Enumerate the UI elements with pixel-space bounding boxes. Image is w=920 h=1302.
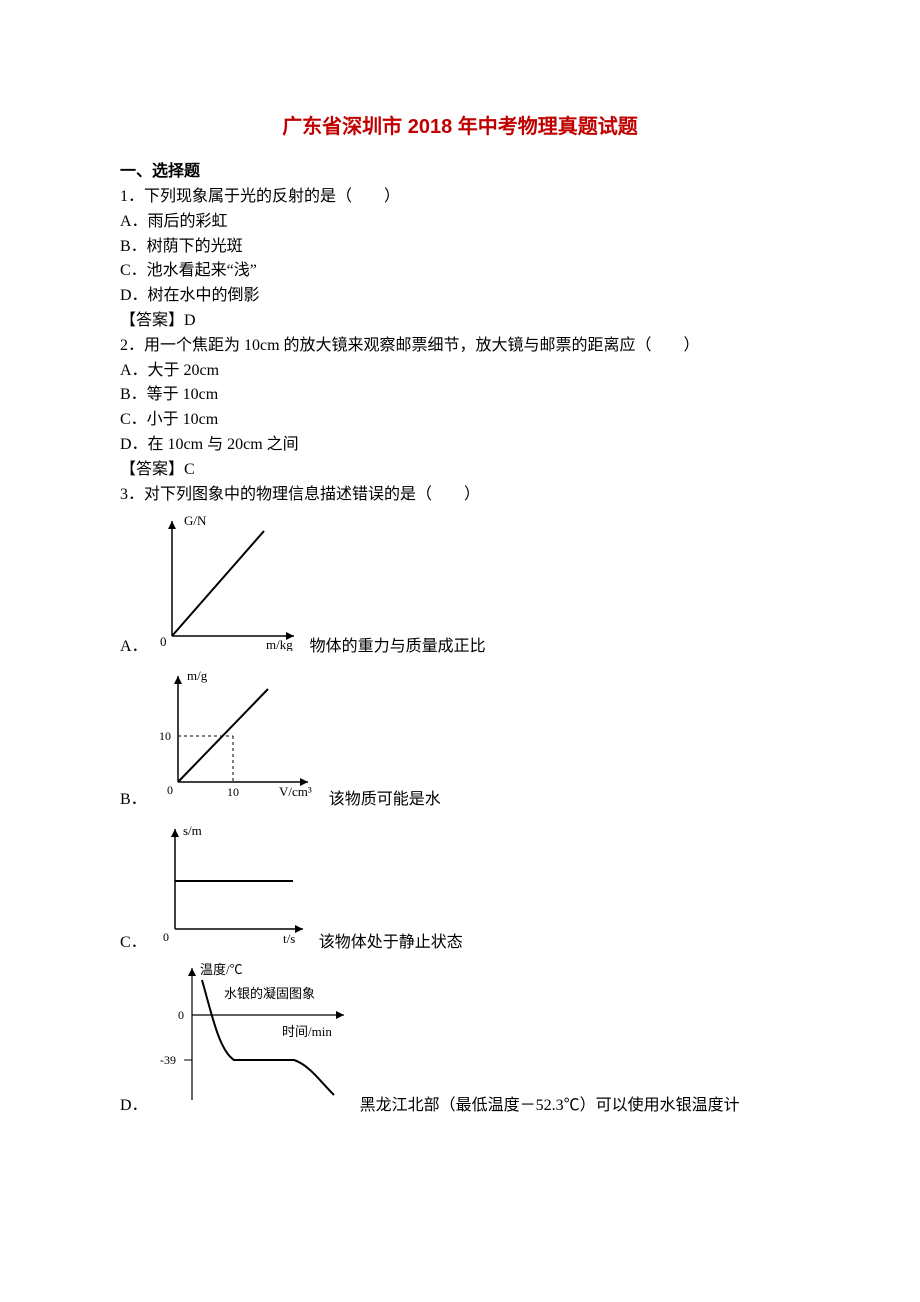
chart-a: G/N m/kg 0 [154, 511, 304, 660]
chart-a-xlabel: m/kg [266, 637, 293, 651]
q1-opt-b: B．树荫下的光斑 [120, 235, 800, 260]
chart-a-ylabel: G/N [184, 513, 207, 528]
chart-b-ylabel: m/g [187, 668, 208, 683]
q2-opt-c: C．小于 10cm [120, 408, 800, 433]
q1-opt-c: C．池水看起来“浅” [120, 259, 800, 284]
svg-text:10: 10 [159, 729, 171, 743]
q3-opt-a-row: A． G/N m/kg 0 物体的重力与质量成正比 [120, 511, 800, 660]
chart-d-xlabel: 时间/min [282, 1024, 332, 1039]
chart-c-ylabel: s/m [183, 823, 202, 838]
q3-opt-d-label: D． [120, 1094, 148, 1119]
q3-stem: 3．对下列图象中的物理信息描述错误的是（ ） [120, 483, 800, 508]
svg-text:0: 0 [178, 1008, 184, 1022]
chart-c: s/m t/s 0 [153, 817, 313, 956]
q1-opt-a: A．雨后的彩虹 [120, 210, 800, 235]
chart-d-title: 水银的凝固图象 [224, 986, 315, 1001]
q3-opt-b-text: 该物质可能是水 [329, 788, 441, 813]
q3-opt-b-row: B． m/g V/cm³ 10 10 0 该物质可能是水 [120, 664, 800, 813]
q2-opt-a: A．大于 20cm [120, 359, 800, 384]
exam-title: 广东省深圳市 2018 年中考物理真题试题 [120, 110, 800, 139]
q3-opt-b-label: B． [120, 788, 147, 813]
chart-b: m/g V/cm³ 10 10 0 [153, 664, 323, 813]
q1-opt-d: D．树在水中的倒影 [120, 284, 800, 309]
page: 广东省深圳市 2018 年中考物理真题试题 一、选择题 1．下列现象属于光的反射… [0, 0, 920, 1183]
q1-stem: 1．下列现象属于光的反射的是（ ） [120, 185, 800, 210]
svg-text:0: 0 [167, 783, 173, 797]
q3-opt-a-text: 物体的重力与质量成正比 [310, 635, 486, 660]
q3-opt-d-text: 黑龙江北部（最低温度－52.3℃）可以使用水银温度计 [360, 1094, 740, 1119]
q3-opt-d-row: D． 温度/℃ 水银的凝固图象 时间/min 0 -39 黑龙江北部（最低温度－… [120, 960, 800, 1119]
q2-answer: 【答案】C [120, 458, 800, 483]
q1-answer: 【答案】D [120, 309, 800, 334]
q3-opt-c-text: 该物体处于静止状态 [319, 931, 463, 956]
q2-opt-b: B．等于 10cm [120, 383, 800, 408]
svg-text:0: 0 [163, 930, 169, 944]
svg-text:-39: -39 [160, 1053, 176, 1067]
q3-opt-a-label: A． [120, 635, 148, 660]
q3-opt-c-label: C． [120, 931, 147, 956]
chart-b-xlabel: V/cm³ [279, 784, 312, 799]
svg-text:0: 0 [160, 634, 167, 649]
section-heading: 一、选择题 [120, 157, 800, 181]
q2-stem: 2．用一个焦距为 10cm 的放大镜来观察邮票细节，放大镜与邮票的距离应（ ） [120, 334, 800, 359]
q2-opt-d: D．在 10cm 与 20cm 之间 [120, 433, 800, 458]
chart-c-xlabel: t/s [283, 931, 295, 946]
chart-d: 温度/℃ 水银的凝固图象 时间/min 0 -39 [154, 960, 354, 1119]
q3-opt-c-row: C． s/m t/s 0 该物体处于静止状态 [120, 817, 800, 956]
chart-d-ylabel: 温度/℃ [200, 962, 243, 977]
svg-text:10: 10 [227, 785, 239, 799]
